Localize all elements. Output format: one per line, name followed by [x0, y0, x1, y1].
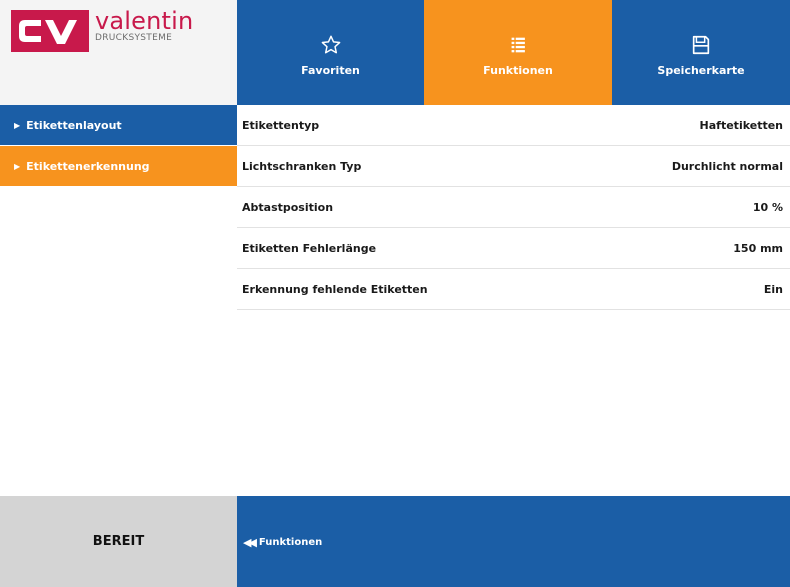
setting-value: Durchlicht normal: [671, 159, 783, 173]
printer-display: valentin DRUCKSYSTEME Favoriten Funktion…: [0, 0, 790, 587]
star-icon: [321, 35, 340, 54]
setting-label: Lichtschranken Typ: [242, 159, 362, 173]
setting-row-erkennung-fehlende-etiketten[interactable]: Erkennung fehlende Etiketten Ein: [237, 269, 790, 310]
tab-label: Funktionen: [483, 64, 553, 77]
list-icon: [511, 37, 525, 53]
sidebar-item-etikettenlayout[interactable]: ▶ Etikettenlayout: [0, 105, 237, 146]
status-indicator: BEREIT: [0, 496, 237, 587]
play-arrow-icon: ▶: [14, 120, 21, 130]
status-text: BEREIT: [92, 534, 145, 549]
setting-label: Etiketten Fehlerlänge: [242, 241, 377, 255]
tab-favoriten[interactable]: Favoriten: [237, 0, 424, 105]
setting-label: Etikettentyp: [242, 118, 320, 132]
sidebar-item-etikettenerkennung[interactable]: ▶ Etikettenerkennung: [0, 146, 237, 187]
double-back-arrow-icon: ◀◀: [243, 535, 257, 549]
footer-bar: ◀◀ Funktionen: [237, 496, 790, 587]
setting-row-fehlerlaenge[interactable]: Etiketten Fehlerlänge 150 mm: [237, 228, 790, 269]
tab-speicherkarte[interactable]: Speicherkarte: [612, 0, 790, 105]
sidebar-item-label: Etikettenerkennung: [26, 159, 150, 173]
setting-row-abtastposition[interactable]: Abtastposition 10 %: [237, 187, 790, 228]
cv-logo-icon: [11, 10, 89, 52]
logo-text: valentin DRUCKSYSTEME: [95, 8, 193, 43]
back-button-label: Funktionen: [258, 536, 323, 548]
setting-value: Ein: [763, 282, 783, 296]
play-arrow-icon: ▶: [14, 161, 21, 171]
setting-label: Abtastposition: [242, 200, 334, 214]
setting-row-lichtschranken-typ[interactable]: Lichtschranken Typ Durchlicht normal: [237, 146, 790, 187]
back-button[interactable]: ◀◀ Funktionen: [243, 534, 322, 550]
logo-name: valentin: [95, 7, 194, 35]
save-icon: [692, 35, 710, 55]
settings-list: Etikettentyp Haftetiketten Lichtschranke…: [237, 105, 790, 496]
tab-funktionen[interactable]: Funktionen: [424, 0, 612, 105]
sidebar: ▶ Etikettenlayout ▶ Etikettenerkennung: [0, 105, 237, 496]
setting-row-etikettentyp[interactable]: Etikettentyp Haftetiketten: [237, 105, 790, 146]
setting-value: Haftetiketten: [699, 118, 783, 132]
setting-value: 150 mm: [733, 241, 783, 255]
sidebar-item-label: Etikettenlayout: [26, 118, 122, 132]
tab-label: Speicherkarte: [657, 64, 745, 77]
setting-value: 10 %: [752, 200, 783, 214]
logo-area: valentin DRUCKSYSTEME: [0, 0, 237, 106]
tab-label: Favoriten: [301, 64, 360, 77]
setting-label: Erkennung fehlende Etiketten: [242, 282, 428, 296]
